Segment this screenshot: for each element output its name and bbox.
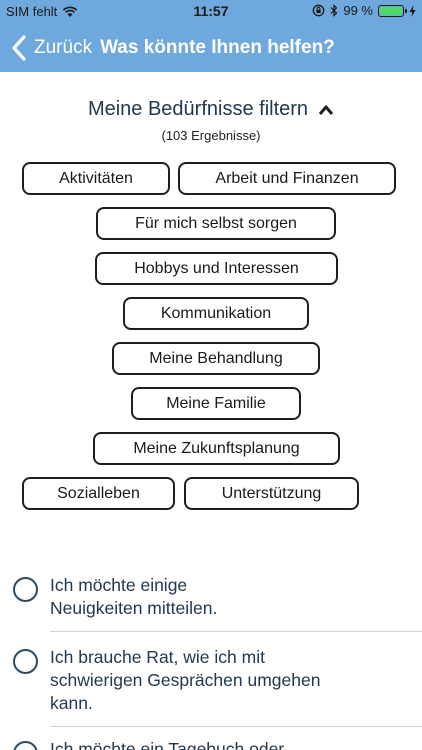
list-item-text: Ich brauche Rat, wie ich mit schwierigen …: [50, 647, 321, 713]
radio-unchecked-icon[interactable]: [13, 649, 38, 674]
filter-chip-fuer-mich-selbst-sorgen[interactable]: Für mich selbst sorgen: [96, 207, 336, 240]
header: SIM fehlt 11:57 99 % Zurück Was könnte I…: [0, 0, 422, 72]
list-divider: [50, 726, 422, 727]
filter-chip-hobbys-und-interessen[interactable]: Hobbys und Interessen: [95, 252, 338, 285]
filter-title: Meine Bedürfnisse filtern: [87, 98, 309, 120]
navigation-bar: Zurück Was könnte Ihnen helfen?: [0, 28, 422, 68]
radio-unchecked-icon[interactable]: [13, 577, 38, 602]
results-count: (103 Ergebnisse): [161, 128, 261, 143]
filter-chip-meine-familie[interactable]: Meine Familie: [131, 387, 301, 420]
list-item-text: Ich möchte ein Tagebuch oder: [50, 739, 285, 750]
list-divider: [50, 631, 422, 632]
lock-rotation-icon: [313, 4, 325, 17]
back-button[interactable]: Zurück: [0, 33, 92, 63]
filter-chip-meine-zukunftsplanung[interactable]: Meine Zukunftsplanung: [93, 432, 340, 465]
status-bar: SIM fehlt 11:57 99 %: [0, 0, 422, 22]
filter-chip-kommunikation[interactable]: Kommunikation: [123, 297, 309, 330]
status-right: 99 %: [312, 3, 416, 18]
page-title: Was könnte Ihnen helfen?: [100, 37, 335, 58]
filter-chip-sozialleben[interactable]: Sozialleben: [22, 477, 175, 510]
charging-bolt-icon: [409, 4, 416, 17]
filter-chip-arbeit-und-finanzen[interactable]: Arbeit und Finanzen: [178, 162, 396, 195]
battery-fill: [380, 6, 402, 15]
filter-chip-meine-behandlung[interactable]: Meine Behandlung: [112, 342, 320, 375]
chevron-up-icon[interactable]: [318, 104, 334, 116]
battery-icon: [378, 4, 407, 17]
filter-chip-aktivitaeten[interactable]: Aktivitäten: [22, 162, 170, 195]
bluetooth-icon: [330, 4, 338, 17]
chevron-left-icon: [12, 35, 26, 61]
filter-header[interactable]: Meine Bedürfnisse filtern: [0, 98, 422, 121]
back-label: Zurück: [34, 37, 93, 58]
filter-chip-unterstuetzung[interactable]: Unterstützung: [184, 477, 359, 510]
radio-unchecked-icon[interactable]: [13, 741, 38, 750]
battery-percent: 99 %: [343, 3, 373, 18]
list-item-text: Ich möchte einige Neuigkeiten mitteilen.: [50, 575, 218, 618]
